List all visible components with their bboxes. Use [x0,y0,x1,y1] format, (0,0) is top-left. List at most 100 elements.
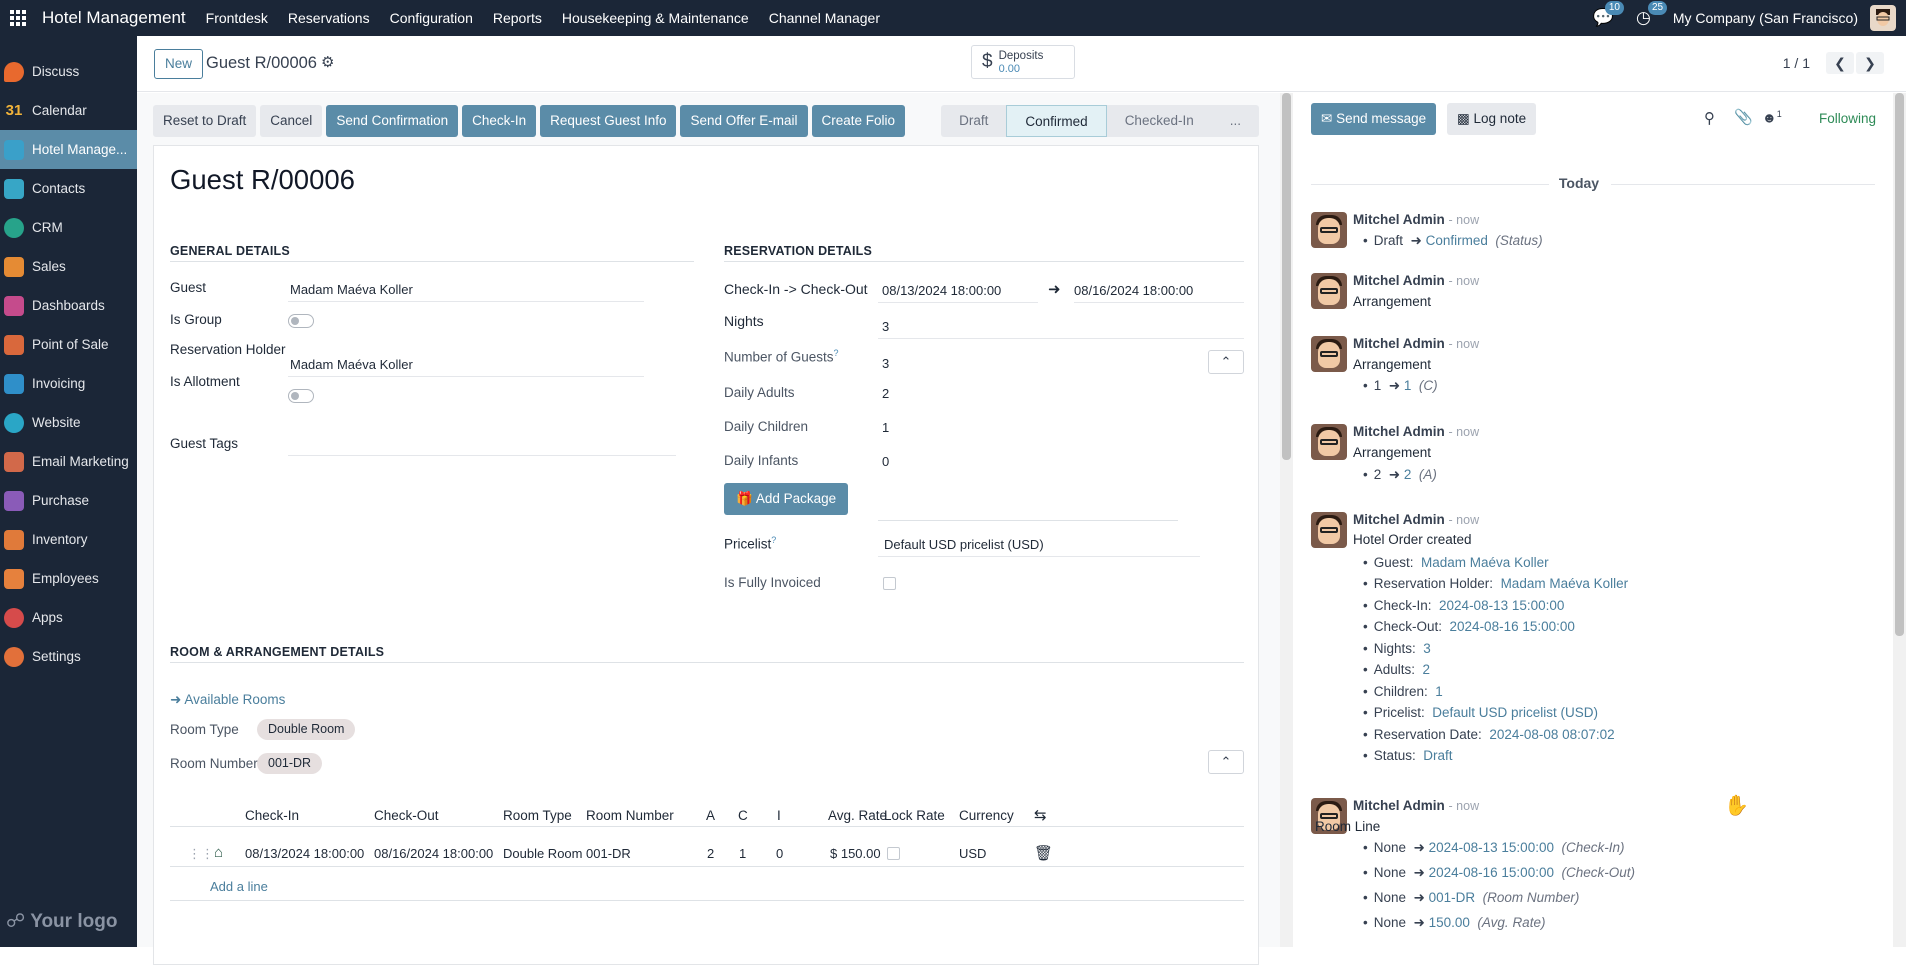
daily-adults-value[interactable]: 2 [882,386,889,405]
collapse-rooms-button[interactable]: ⌃ [1208,750,1244,774]
column-currency[interactable]: Currency [959,808,1014,823]
help-icon[interactable]: ? [771,535,776,545]
stage-checked-in[interactable]: Checked-In [1107,105,1212,137]
row-room-number[interactable]: 001-DR [586,846,631,861]
room-number-tag[interactable]: 001-DR [257,753,323,774]
sidebar-item-apps[interactable]: Apps [0,598,137,637]
nights-field[interactable]: 3 [878,319,1244,339]
row-checkout[interactable]: 08/16/2024 18:00:00 [374,846,493,861]
pager-value[interactable]: 1 / 1 [1783,55,1810,71]
activities-button[interactable]: ◷ 25 [1636,1,1668,28]
row-avg-rate[interactable]: $ 150.00 [830,846,881,861]
sidebar-item-purchase[interactable]: Purchase [0,481,137,520]
sidebar-item-hotel-management[interactable]: Hotel Manage... [0,130,137,169]
stage-more[interactable]: ... [1212,105,1259,137]
menu-frontdesk[interactable]: Frontdesk [206,10,268,26]
previous-record-button[interactable]: ❮ [1826,52,1854,74]
messages-button[interactable]: 💬 10 [1593,1,1624,28]
chatter-scrollbar[interactable] [1893,93,1906,947]
sidebar-item-settings[interactable]: Settings [0,637,137,676]
checkin-date-field[interactable]: 08/13/2024 18:00:00 [878,283,1038,303]
checkout-date-field[interactable]: 08/16/2024 18:00:00 [1074,283,1244,303]
cancel-button[interactable]: Cancel [260,105,323,137]
sidebar-item-website[interactable]: Website [0,403,137,442]
room-type-tag[interactable]: Double Room [257,719,356,740]
daily-infants-value[interactable]: 0 [882,454,889,473]
is-group-toggle[interactable] [288,314,314,328]
app-name[interactable]: Hotel Management [42,8,186,28]
is-fully-invoiced-checkbox[interactable] [883,577,896,590]
menu-housekeeping[interactable]: Housekeeping & Maintenance [562,10,749,26]
pricelist-field[interactable]: Default USD pricelist (USD) [878,537,1200,557]
reset-to-draft-button[interactable]: Reset to Draft [153,105,257,137]
column-infants[interactable]: I [777,808,781,823]
menu-channel-manager[interactable]: Channel Manager [769,10,880,26]
user-avatar[interactable] [1870,5,1896,31]
column-checkin[interactable]: Check-In [245,808,299,823]
menu-reports[interactable]: Reports [493,10,542,26]
guest-field[interactable]: Madam Maéva Koller [288,282,644,302]
add-a-line-link[interactable]: Add a line [210,879,268,894]
house-icon[interactable]: ⌂ [214,844,223,861]
author-avatar[interactable] [1311,336,1347,372]
create-folio-button[interactable]: Create Folio [811,105,906,137]
column-checkout[interactable]: Check-Out [374,808,439,823]
available-rooms-link[interactable]: ➜ Available Rooms [170,692,285,708]
trash-icon[interactable]: 🗑 [1034,844,1053,862]
paperclip-icon[interactable]: 📎 [1734,108,1753,126]
author-avatar[interactable] [1311,212,1347,248]
column-children[interactable]: C [738,808,748,823]
deposits-smart-button[interactable]: $ Deposits 0.00 [971,45,1075,79]
sidebar-item-calendar[interactable]: 31 Calendar [0,91,137,130]
search-icon[interactable]: ⚲ [1704,109,1715,127]
check-in-button[interactable]: Check-In [462,105,537,137]
collapse-guests-button[interactable]: ⌃ [1208,350,1244,374]
request-guest-info-button[interactable]: Request Guest Info [540,105,677,137]
row-room-type[interactable]: Double Room [503,846,583,861]
app-grid-icon[interactable] [10,10,32,26]
send-offer-email-button[interactable]: Send Offer E-mail [680,105,808,137]
followers-button[interactable]: ☻1 [1762,109,1782,126]
is-allotment-toggle[interactable] [288,389,314,403]
column-settings-icon[interactable]: ⇆ [1034,806,1047,824]
company-switcher[interactable]: My Company (San Francisco) [1673,10,1858,26]
row-checkin[interactable]: 08/13/2024 18:00:00 [245,846,364,861]
guest-tags-field[interactable] [288,436,676,456]
drag-handle-icon[interactable]: ⋮⋮ [188,846,214,862]
author-avatar[interactable] [1311,512,1347,548]
log-note-button[interactable]: ▩ Log note [1447,103,1537,135]
column-avg-rate[interactable]: Avg. Rate [828,808,887,823]
next-record-button[interactable]: ❯ [1856,52,1884,74]
sidebar-item-employees[interactable]: Employees [0,559,137,598]
new-button[interactable]: New [154,49,204,79]
stage-draft[interactable]: Draft [941,105,1006,137]
gear-icon[interactable]: ⚙ [321,53,334,71]
sidebar-item-email-marketing[interactable]: Email Marketing [0,442,137,481]
send-confirmation-button[interactable]: Send Confirmation [326,105,459,137]
column-room-number[interactable]: Room Number [586,808,674,823]
row-infants[interactable]: 0 [776,846,783,861]
author-avatar[interactable] [1311,424,1347,460]
reservation-holder-field[interactable]: Madam Maéva Koller [288,357,644,377]
stage-confirmed[interactable]: Confirmed [1006,105,1107,137]
column-adults[interactable]: A [706,808,715,823]
author-avatar[interactable] [1311,273,1347,309]
sidebar-item-dashboards[interactable]: Dashboards [0,286,137,325]
send-message-button[interactable]: ✉ Send message [1311,103,1437,135]
sidebar-item-invoicing[interactable]: Invoicing [0,364,137,403]
help-icon[interactable]: ? [834,348,839,358]
row-adults[interactable]: 2 [707,846,714,861]
column-lock-rate[interactable]: Lock Rate [884,808,945,823]
sidebar-item-point-of-sale[interactable]: Point of Sale [0,325,137,364]
following-button[interactable]: Following [1819,111,1876,126]
daily-children-value[interactable]: 1 [882,420,889,439]
row-lock-rate-checkbox[interactable] [887,847,900,860]
form-scrollbar[interactable] [1280,93,1293,947]
menu-configuration[interactable]: Configuration [390,10,473,26]
row-currency[interactable]: USD [959,846,986,861]
sidebar-item-sales[interactable]: Sales [0,247,137,286]
menu-reservations[interactable]: Reservations [288,10,370,26]
row-children[interactable]: 1 [739,846,746,861]
sidebar-item-contacts[interactable]: Contacts [0,169,137,208]
sidebar-item-crm[interactable]: CRM [0,208,137,247]
